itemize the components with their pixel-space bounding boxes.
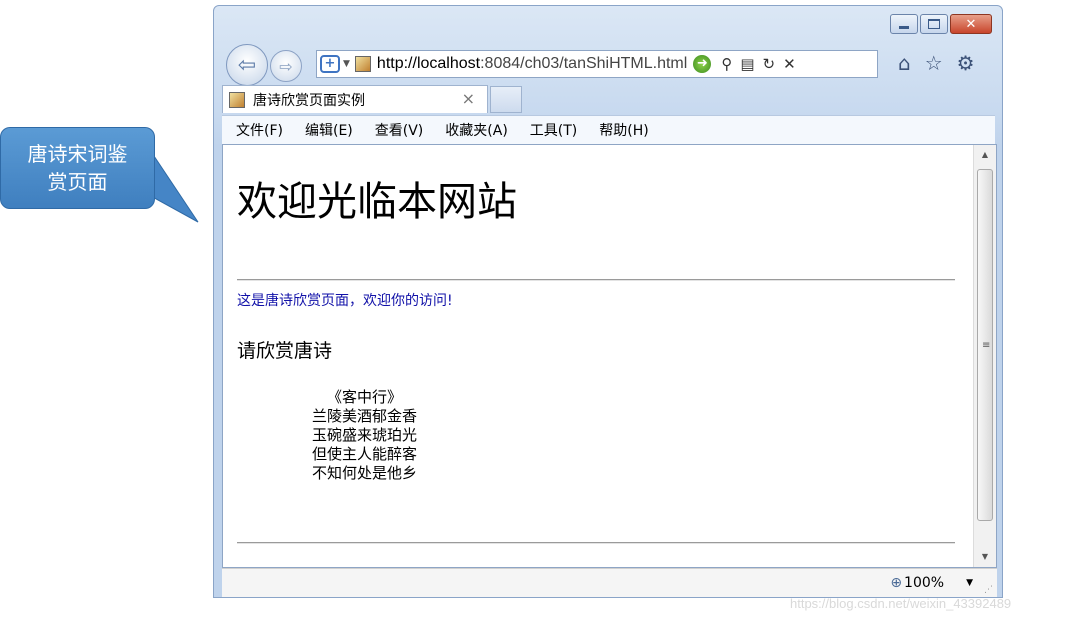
home-icon[interactable]: ⌂: [898, 51, 911, 75]
window-controls: ✕: [890, 14, 992, 34]
refresh-icon[interactable]: ↻: [763, 55, 776, 73]
menu-file[interactable]: 文件(F): [236, 120, 283, 140]
address-actions: ⚲ ▤ ↻ ✕: [721, 55, 795, 73]
menu-edit[interactable]: 编辑(E): [305, 120, 353, 140]
maximize-icon: [928, 19, 940, 29]
scroll-up-icon[interactable]: ▲: [974, 145, 996, 165]
url-host: http://localhost: [376, 55, 481, 72]
tab-active[interactable]: 唐诗欣赏页面实例 ×: [222, 85, 488, 113]
poem-line: 玉碗盛来琥珀光: [312, 426, 418, 444]
poem-subheading: 请欣赏唐诗: [237, 340, 333, 362]
vertical-scrollbar[interactable]: ▲ ≡ ▼: [973, 145, 996, 567]
address-bar[interactable]: + ▼ http://localhost:8084/ch03/tanShiHTM…: [316, 50, 878, 78]
poem-title: 《客中行》: [327, 388, 403, 406]
back-arrow-icon: ⇦: [237, 52, 257, 78]
maximize-button[interactable]: [920, 14, 948, 34]
scrollbar-thumb[interactable]: ≡: [977, 169, 993, 521]
menu-help[interactable]: 帮助(H): [599, 120, 648, 140]
compat-view-icon[interactable]: ▤: [740, 55, 754, 73]
poem-line: 不知何处是他乡: [312, 464, 418, 482]
browser-window: ✕ ⇦ ⇨ + ▼ http://localhost:8084/ch03/tan…: [213, 5, 1003, 598]
resize-grip-icon[interactable]: ⋰: [984, 585, 993, 595]
tab-title: 唐诗欣赏页面实例: [253, 92, 365, 109]
forward-button[interactable]: ⇨: [270, 50, 302, 82]
menu-tools[interactable]: 工具(T): [530, 120, 577, 140]
forward-arrow-icon: ⇨: [279, 56, 293, 76]
welcome-text: 这是唐诗欣赏页面，欢迎你的访问!: [237, 293, 453, 309]
menu-bar: 文件(F) 编辑(E) 查看(V) 收藏夹(A) 工具(T) 帮助(H): [222, 115, 995, 144]
go-icon[interactable]: ➜: [693, 55, 712, 73]
zoom-level[interactable]: 100%: [904, 575, 944, 591]
page-content: 欢迎光临本网站 这是唐诗欣赏页面，欢迎你的访问! 请欣赏唐诗 《客中行》 兰陵美…: [222, 144, 997, 568]
page-favicon-icon: [354, 56, 371, 72]
search-icon[interactable]: ⚲: [721, 55, 732, 73]
url-path: :8084/ch03/tanShiHTML.html: [480, 55, 688, 72]
close-icon: ✕: [965, 16, 977, 32]
new-tab-button[interactable]: [490, 86, 522, 113]
favorites-star-icon[interactable]: ☆: [925, 51, 943, 75]
status-bar: ⊕ 100% ▼ ⋰: [222, 568, 997, 597]
callout-line-1: 唐诗宋词鉴: [27, 142, 128, 166]
back-button[interactable]: ⇦: [226, 44, 268, 86]
tab-favicon-icon: [229, 91, 245, 108]
tab-close-icon[interactable]: ×: [462, 89, 475, 108]
poem-line: 但使主人能醉客: [312, 445, 418, 463]
stop-icon[interactable]: ✕: [783, 55, 796, 73]
scroll-down-icon[interactable]: ▼: [974, 547, 996, 567]
chevron-down-icon[interactable]: ▼: [343, 59, 350, 69]
url-text[interactable]: http://localhost:8084/ch03/tanShiHTML.ht…: [377, 55, 687, 73]
toolbar-icons: ⌂ ☆ ⚙: [898, 51, 975, 75]
menu-view[interactable]: 查看(V): [375, 120, 424, 140]
watermark: https://blog.csdn.net/weixin_43392489: [790, 596, 1012, 611]
minimize-button[interactable]: [890, 14, 918, 34]
menu-favorites[interactable]: 收藏夹(A): [445, 120, 508, 140]
close-button[interactable]: ✕: [950, 14, 992, 34]
thumb-grip-icon: ≡: [982, 340, 991, 351]
callout-line-2: 赏页面: [47, 170, 108, 194]
poem-line: 兰陵美酒郁金香: [312, 407, 418, 425]
poem-block: 《客中行》 兰陵美酒郁金香 玉碗盛来琥珀光 但使主人能醉客 不知何处是他乡: [312, 388, 417, 483]
page-heading: 欢迎光临本网站: [237, 179, 517, 225]
zoom-dropdown-icon[interactable]: ▼: [966, 578, 973, 588]
callout-bubble: 唐诗宋词鉴 赏页面: [0, 127, 155, 209]
top-divider: [237, 279, 955, 281]
bottom-divider: [237, 542, 955, 544]
minimize-icon: [899, 25, 909, 29]
settings-gear-icon[interactable]: ⚙: [957, 51, 975, 75]
zoom-magnifier-icon[interactable]: ⊕: [890, 575, 902, 591]
compat-shield-icon[interactable]: +: [320, 55, 340, 73]
